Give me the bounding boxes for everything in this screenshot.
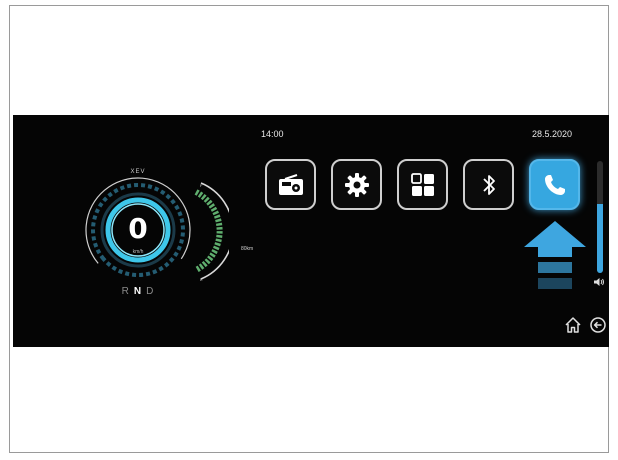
- bluetooth-icon: [482, 174, 495, 195]
- brand-label: XEV: [130, 169, 146, 175]
- gear-d: D: [146, 286, 159, 297]
- date: 28.5.2020: [532, 129, 573, 139]
- svg-text:E: E: [200, 277, 203, 282]
- radio-icon: [278, 173, 303, 195]
- range-readout: 80km: [241, 246, 254, 252]
- grid-icon: [410, 172, 434, 196]
- bluetooth-button[interactable]: [463, 159, 514, 210]
- selection-arrow-icon: [524, 221, 586, 289]
- gear-selector: RND: [105, 286, 175, 297]
- radio-button[interactable]: [265, 159, 316, 210]
- settings-button[interactable]: [331, 159, 382, 210]
- gear-r: R: [121, 286, 134, 297]
- clock: 14:00: [261, 129, 284, 139]
- gear-n: N: [133, 286, 147, 297]
- speed-unit: km/h: [132, 249, 144, 255]
- speed-readout: 0: [128, 212, 148, 245]
- volume-slider[interactable]: [597, 161, 603, 273]
- home-icon[interactable]: [564, 316, 582, 334]
- speaker-icon: [594, 278, 604, 286]
- gear-icon: [344, 172, 369, 197]
- back-icon[interactable]: [589, 316, 607, 334]
- volume-level-fill: [597, 203, 603, 273]
- infotainment-screen: 14:00 28.5.2020 F E XEV 0 km/h 80km RND: [13, 115, 609, 347]
- phone-icon: [544, 174, 565, 195]
- apps-button[interactable]: [397, 159, 448, 210]
- phone-button[interactable]: [529, 159, 580, 210]
- instrument-cluster: F E XEV 0 km/h 80km RND: [49, 167, 253, 307]
